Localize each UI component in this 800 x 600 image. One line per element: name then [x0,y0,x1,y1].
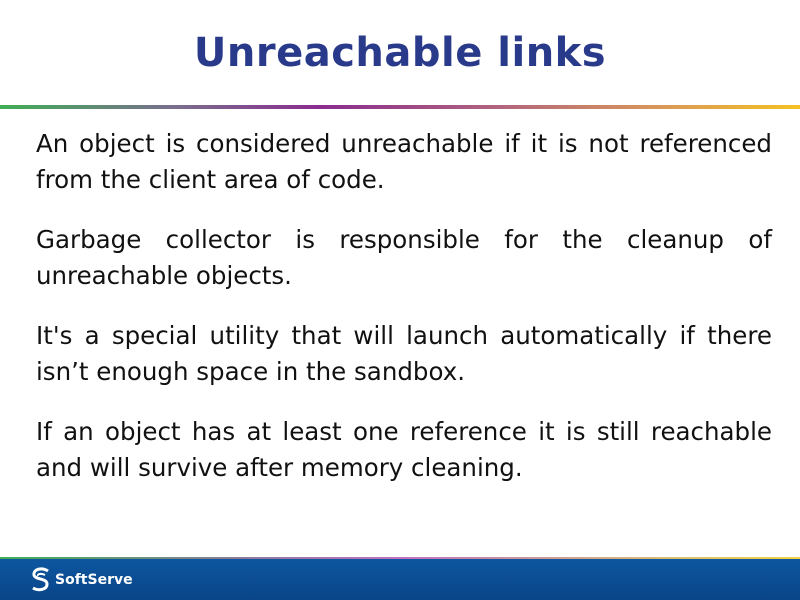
footer-bar: SoftServe [0,559,800,600]
paragraph: If an object has at least one reference … [36,417,772,482]
gradient-divider [0,105,800,109]
softserve-logo: SoftServe [30,567,133,593]
slide-body: An object is considered unreachable if i… [36,126,772,510]
paragraph: It's a special utility that will launch … [36,321,772,386]
softserve-s-icon [32,567,49,592]
paragraph: An object is considered unreachable if i… [36,129,772,194]
slide-title: Unreachable links [193,30,607,76]
logo-text: SoftServe [55,572,133,588]
paragraph: Garbage collector is responsible for the… [36,225,772,290]
